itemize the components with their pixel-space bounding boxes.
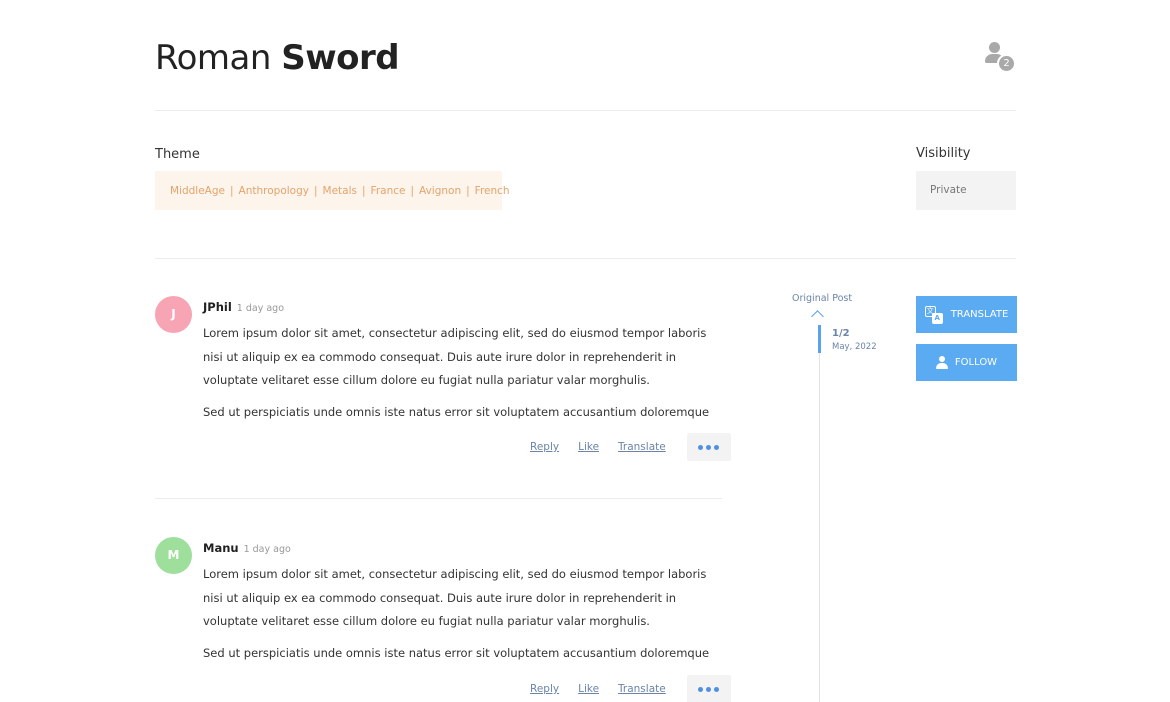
more-dots-icon [706, 444, 712, 450]
comment-time: 1 day ago [243, 544, 291, 555]
comment-paragraph: Lorem ipsum dolor sit amet, consectetur … [203, 326, 707, 388]
translate-icon: 文A [924, 305, 943, 324]
timeline-position: 1/2 [832, 328, 850, 339]
tag-separator: | [362, 184, 366, 197]
comment-header: JPhil 1 day ago [203, 296, 284, 315]
header-divider [155, 110, 1016, 111]
comment-paragraph: Lorem ipsum dolor sit amet, consectetur … [203, 567, 707, 629]
more-dots-icon [698, 686, 704, 692]
timeline-date: May, 2022 [832, 342, 877, 352]
title-regular: Roman [155, 38, 271, 78]
comment-author[interactable]: JPhil [203, 300, 232, 314]
tag-separator: | [313, 184, 318, 197]
timeline-position-marker[interactable] [818, 325, 821, 353]
translate-button[interactable]: 文A TRANSLATE [916, 296, 1017, 333]
participants-button[interactable]: 2 [983, 40, 1019, 74]
tag-middleage[interactable]: MiddleAge [170, 185, 225, 197]
tag-french[interactable]: French [475, 185, 510, 197]
original-post-link[interactable]: Original Post [792, 293, 852, 304]
theme-label: Theme [155, 147, 200, 162]
user-icon [989, 42, 1000, 53]
more-dots-icon [698, 444, 704, 450]
tag-separator: | [410, 184, 415, 197]
like-link[interactable]: Like [578, 683, 599, 695]
comment-body: Lorem ipsum dolor sit amet, consectetur … [203, 322, 728, 424]
comment-paragraph: Sed ut perspiciatis unde omnis iste natu… [203, 404, 710, 419]
visibility-select[interactable]: Private [916, 171, 1016, 210]
chevron-up-icon[interactable] [811, 310, 824, 323]
translate-link[interactable]: Translate [618, 441, 666, 453]
follow-button[interactable]: FOLLOW [916, 344, 1017, 381]
comment-time: 1 day ago [236, 303, 285, 314]
theme-tags: MiddleAge | Anthropology | Metals | Fran… [155, 171, 510, 210]
comment: M Manu 1 day ago Lorem ipsum dolor sit am… [155, 537, 731, 702]
tag-separator: | [230, 184, 234, 197]
more-dots-icon [714, 686, 720, 692]
avatar[interactable]: M [155, 537, 192, 574]
comment-paragraph: Sed ut perspiciatis unde omnis iste natu… [203, 645, 710, 660]
more-options-button[interactable] [686, 433, 731, 461]
tag-avignon[interactable]: Avignon [419, 185, 461, 197]
reply-link[interactable]: Reply [530, 683, 559, 695]
comment-author[interactable]: Manu [203, 541, 239, 555]
more-dots-icon [714, 444, 720, 450]
comment: J JPhil 1 day ago Lorem ipsum dolor sit a… [155, 296, 731, 466]
follow-button-label: FOLLOW [954, 357, 998, 368]
comment-actions: Reply Like Translate [530, 675, 731, 702]
comment-header: Manu 1 day ago [203, 537, 291, 556]
timeline-track[interactable] [819, 325, 820, 702]
section-divider [155, 258, 1016, 259]
user-icon [935, 356, 948, 369]
more-dots-icon [706, 686, 712, 692]
comment-divider [155, 498, 722, 499]
visibility-label: Visibility [916, 146, 971, 161]
page-title: Roman Sword [155, 38, 400, 78]
comment-actions: Reply Like Translate [530, 433, 731, 461]
avatar[interactable]: J [155, 296, 192, 333]
reply-link[interactable]: Reply [530, 441, 559, 453]
title-bold: Sword [281, 38, 400, 78]
tag-france[interactable]: France [371, 185, 406, 197]
like-link[interactable]: Like [578, 441, 599, 453]
participants-count-badge: 2 [997, 54, 1016, 73]
comment-body: Lorem ipsum dolor sit amet, consectetur … [203, 563, 728, 665]
translate-button-label: TRANSLATE [950, 309, 1009, 320]
tag-separator: | [466, 184, 470, 197]
more-options-button[interactable] [686, 675, 731, 702]
translate-link[interactable]: Translate [618, 683, 666, 695]
tag-metals[interactable]: Metals [323, 185, 357, 197]
tag-anthropology[interactable]: Anthropology [239, 185, 309, 197]
